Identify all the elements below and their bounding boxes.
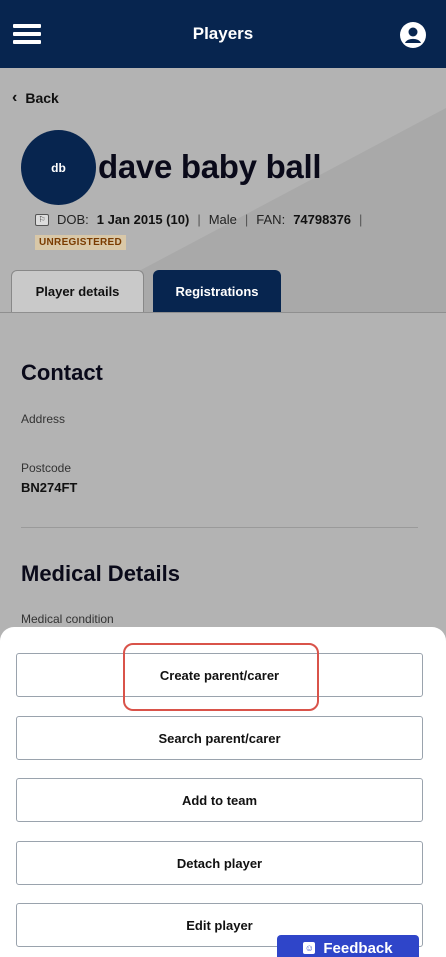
back-label: Back: [25, 90, 59, 106]
postcode-value: BN274FT: [21, 480, 78, 495]
separator: |: [244, 212, 249, 227]
feedback-label: Feedback: [323, 939, 393, 957]
flag-icon: ⚐: [35, 213, 49, 226]
search-parent-carer-button[interactable]: Search parent/carer: [16, 716, 423, 760]
detach-player-button[interactable]: Detach player: [16, 841, 423, 885]
player-meta: ⚐ DOB: 1 Jan 2015 (10) | Male | FAN: 747…: [35, 212, 362, 227]
highlight-annotation: [123, 643, 319, 711]
add-to-team-button[interactable]: Add to team: [16, 778, 423, 822]
tab-player-details[interactable]: Player details: [11, 270, 144, 312]
contact-heading: Contact: [21, 360, 103, 385]
avatar: db: [21, 130, 96, 205]
status-badge: UNREGISTERED: [35, 235, 127, 250]
fan-label: FAN:: [256, 212, 286, 227]
dob-label: DOB:: [57, 212, 89, 227]
feedback-button[interactable]: ☺ Feedback: [277, 935, 419, 957]
section-divider: [21, 527, 418, 528]
chevron-left-icon: ‹: [12, 89, 18, 106]
postcode-label: Postcode: [21, 461, 72, 475]
medical-heading: Medical Details: [21, 561, 180, 586]
separator: |: [197, 212, 201, 227]
separator: |: [359, 212, 363, 227]
address-label: Address: [21, 412, 66, 426]
back-link[interactable]: ‹ Back: [12, 89, 59, 107]
fan-value: 74798376: [293, 212, 352, 227]
gender-value: Male: [208, 212, 237, 227]
player-name: dave baby ball: [98, 148, 322, 185]
tab-divider: [0, 312, 446, 313]
user-account-icon[interactable]: [399, 21, 427, 49]
page-title: Players: [192, 24, 254, 43]
tab-registrations[interactable]: Registrations: [153, 270, 281, 312]
hamburger-menu-icon[interactable]: [13, 24, 41, 44]
dob-value: 1 Jan 2015 (10): [96, 212, 190, 227]
top-app-bar: Players: [0, 0, 446, 68]
tab-bar: Player details Registrations: [11, 270, 281, 312]
medical-condition-label: Medical condition: [21, 612, 114, 626]
feedback-icon: ☺: [303, 942, 316, 954]
